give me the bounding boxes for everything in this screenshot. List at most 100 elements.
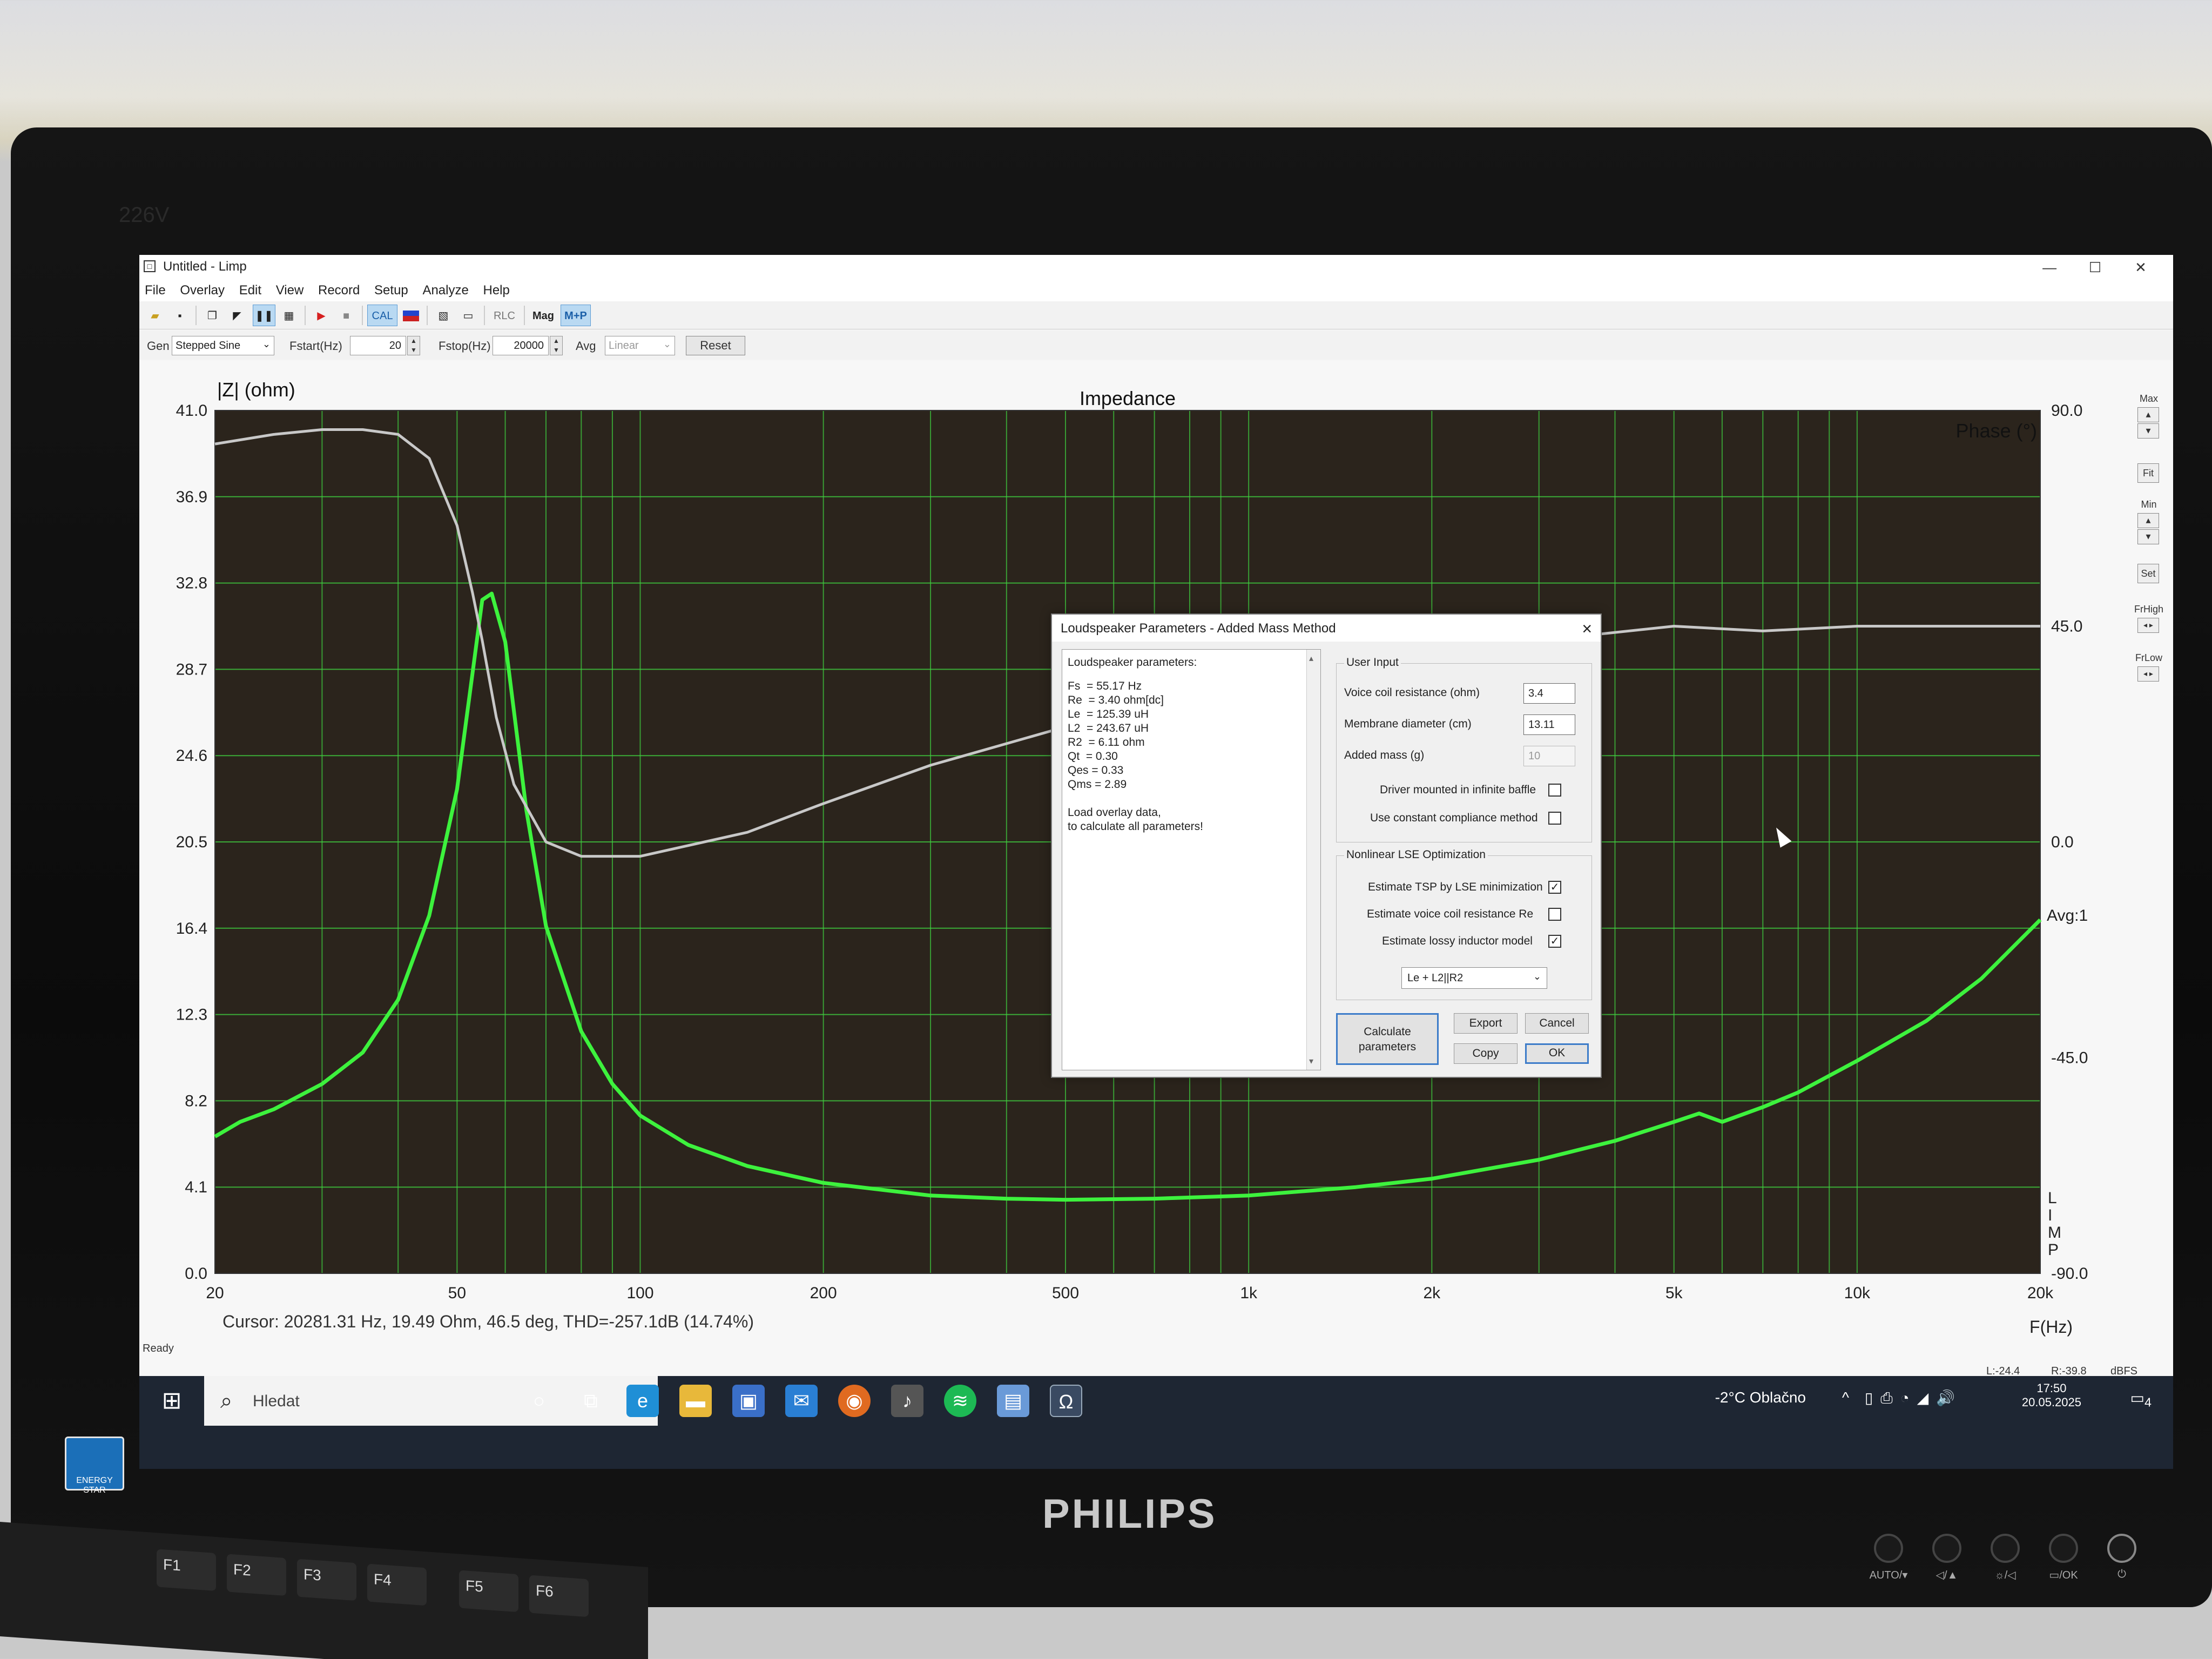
toolbar-separator [484,306,485,325]
cancel-button[interactable]: Cancel [1525,1013,1589,1034]
cortana-icon[interactable]: ○ [523,1385,555,1417]
set-button[interactable]: Set [2137,564,2159,583]
max-label: Max [2139,393,2158,404]
key-f3[interactable]: F3 [297,1559,356,1601]
menu-view[interactable]: View [271,280,309,301]
frhigh-buttons[interactable]: ◂ ▸ [2137,618,2159,633]
firefox-icon[interactable]: ◉ [838,1385,871,1417]
close-button[interactable]: ✕ [2119,255,2162,280]
ok-button[interactable]: OK [1525,1043,1589,1064]
avg-select[interactable]: Linear ⌄ [605,336,675,355]
spotify-icon[interactable]: ≋ [944,1385,976,1417]
mag-phase-button[interactable]: M+P [561,305,591,326]
grid-icon[interactable]: ▦ [278,305,300,326]
membrane-input[interactable]: 13.11 [1523,714,1575,735]
fstop-input[interactable]: 20000 [493,336,549,355]
export-button[interactable]: Export [1454,1013,1518,1034]
clock[interactable]: 17:50 20.05.2025 [2022,1381,2081,1410]
scroll-down-icon[interactable]: ▾ [1309,1056,1313,1067]
key-f5[interactable]: F5 [459,1570,518,1613]
edge-icon[interactable]: e [626,1385,659,1417]
rlc-button[interactable]: RLC [489,305,520,326]
menu-setup[interactable]: Setup [369,280,414,301]
task-view-icon[interactable]: ⧉ [575,1385,607,1417]
maximize-button[interactable]: ☐ [2074,255,2117,280]
menu-help[interactable]: Help [478,280,515,301]
open-folder-icon[interactable]: ▰ [144,305,166,326]
monitor-volume-button[interactable] [1932,1534,1961,1563]
mag-button[interactable]: Mag [528,305,558,326]
generator-select[interactable]: Stepped Sine ⌄ [172,336,274,355]
fit-button[interactable]: Fit [2137,463,2159,483]
estimate-re-checkbox[interactable] [1548,908,1561,921]
monitor-power-button[interactable] [2107,1534,2136,1563]
menu-record[interactable]: Record [313,280,365,301]
weather-widget[interactable]: -2°C Oblačno [1715,1389,1806,1406]
pause-icon[interactable]: ❚❚ [253,305,275,326]
estimate-lossy-checkbox[interactable]: ✓ [1548,935,1561,948]
y2-tick-label: -45.0 [2051,1049,2088,1067]
waveform-icon[interactable]: ▭ [457,305,480,326]
y-tick-label: 20.5 [176,833,207,851]
max-up-button[interactable]: ▴ [2137,407,2159,422]
screen: □ Untitled - Limp — ☐ ✕ File Overlay Edi… [139,255,2173,1469]
reset-button[interactable]: Reset [686,336,745,355]
stop-icon[interactable]: ■ [335,305,358,326]
windows-start-icon[interactable]: ⊞ [139,1376,204,1426]
menu-overlay[interactable]: Overlay [174,280,230,301]
copy-button[interactable]: Copy [1454,1043,1518,1064]
results-scrollbar[interactable]: ▴ ▾ [1306,650,1320,1070]
frlow-buttons[interactable]: ◂ ▸ [2137,666,2159,682]
toolbar-separator [427,306,428,325]
mail-icon[interactable]: ✉ [785,1385,818,1417]
fstart-input[interactable]: 20 [350,336,406,355]
save-icon[interactable]: ▪ [168,305,191,326]
fstart-spinner[interactable]: ▲ ▼ [407,336,420,355]
limp-app-icon[interactable]: Ω [1050,1385,1082,1417]
y2-axis-label: Phase (°) [1956,420,2037,442]
menu-file[interactable]: File [139,280,171,301]
max-down-button[interactable]: ▾ [2137,423,2159,439]
key-f4[interactable]: F4 [367,1563,427,1606]
min-down-button[interactable]: ▾ [2137,529,2159,544]
notification-icon[interactable]: ▭4 [2130,1389,2152,1410]
notes-app-icon[interactable]: ▤ [997,1385,1029,1417]
x-tick-label: 1k [1240,1284,1258,1302]
copy-icon[interactable]: ❐ [201,305,224,326]
monitor-ok-button[interactable] [2049,1534,2078,1563]
fstop-spinner[interactable]: ▲ ▼ [550,336,563,355]
estimate-tsp-checkbox[interactable]: ✓ [1548,881,1561,894]
tray-chevron-icon[interactable]: ^ [1842,1389,1849,1406]
calculate-parameters-button[interactable]: Calculate parameters [1336,1013,1439,1065]
monitor-brightness-button[interactable] [1991,1534,2020,1563]
record-play-icon[interactable]: ▶ [310,305,333,326]
search-placeholder: Hledat [253,1392,300,1410]
hatch-icon[interactable]: ▧ [432,305,455,326]
tray-icons[interactable]: ▯⎙◔◢🔊 [1865,1389,1963,1407]
added-mass-input[interactable]: 10 [1523,746,1575,766]
min-up-button[interactable]: ▴ [2137,513,2159,528]
cursor-icon[interactable]: ◤ [226,305,248,326]
infinite-baffle-checkbox[interactable] [1548,784,1561,797]
monitor-auto-button[interactable] [1874,1534,1903,1563]
constant-compliance-checkbox[interactable] [1548,812,1561,825]
menu-analyze[interactable]: Analyze [417,280,474,301]
menu-edit[interactable]: Edit [234,280,267,301]
key-f6[interactable]: F6 [529,1575,589,1617]
minimize-button[interactable]: — [2028,255,2071,280]
audio-app-icon[interactable]: ♪ [891,1385,923,1417]
key-f2[interactable]: F2 [227,1554,286,1596]
file-explorer-icon[interactable]: ▬ [679,1385,712,1417]
y-tick-label: 32.8 [176,575,207,592]
y2-tick-label: 90.0 [2051,402,2082,420]
voice-coil-input[interactable]: 3.4 [1523,683,1575,704]
cal-button[interactable]: CAL [367,305,397,326]
close-icon[interactable]: × [1582,619,1592,639]
results-textbox[interactable]: Loudspeaker parameters: ▴ ▾ Fs = 55.17 H… [1062,649,1321,1070]
calibration-flag-icon[interactable] [400,305,422,326]
inductor-model-select[interactable]: Le + L2||R2 ⌄ [1401,967,1547,989]
store-icon[interactable]: ▣ [732,1385,765,1417]
scroll-up-icon[interactable]: ▴ [1309,653,1313,664]
x-tick-label: 5k [1665,1284,1683,1302]
key-f1[interactable]: F1 [157,1549,216,1591]
